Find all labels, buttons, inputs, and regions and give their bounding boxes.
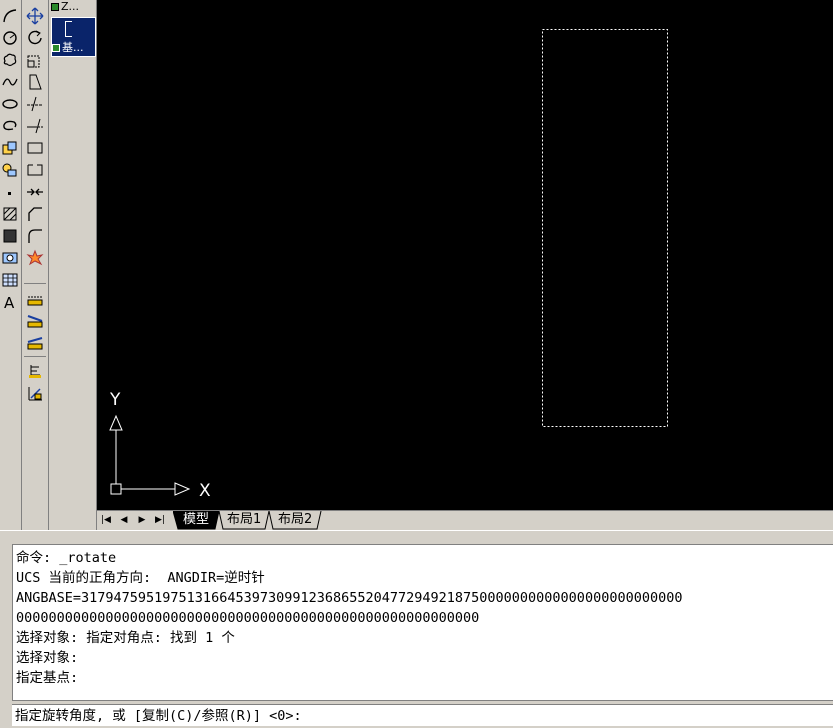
dimension-aligned-icon[interactable] bbox=[25, 311, 45, 331]
palette-item-z[interactable]: Z... bbox=[51, 0, 94, 14]
extend-tool-icon[interactable] bbox=[25, 116, 45, 136]
make-block-icon[interactable] bbox=[0, 160, 20, 180]
command-history: 命令: _rotate UCS 当前的正角方向: ANGDIR=逆时针 ANGBAS… bbox=[12, 544, 833, 701]
prev-tab-button[interactable]: ◀ bbox=[117, 514, 131, 527]
svg-text:A: A bbox=[4, 294, 15, 311]
dimension-arc-icon[interactable] bbox=[25, 333, 45, 353]
chamfer-tool-icon[interactable] bbox=[25, 204, 45, 224]
table-tool-icon[interactable] bbox=[0, 270, 20, 290]
stretch-tool-icon[interactable] bbox=[25, 72, 45, 92]
trim-tool-icon[interactable] bbox=[25, 94, 45, 114]
circle-tool-icon[interactable] bbox=[0, 28, 20, 48]
last-tab-button[interactable]: ▶| bbox=[153, 514, 167, 527]
tool-palette: Z... 基... bbox=[49, 0, 97, 530]
break-at-point-icon[interactable] bbox=[25, 160, 45, 180]
command-input[interactable]: 指定旋转角度, 或 [复制(C)/参照(R)] <0>: bbox=[12, 704, 833, 726]
hatch-tool-icon[interactable] bbox=[0, 204, 20, 224]
point-tool-icon[interactable] bbox=[0, 182, 20, 202]
canvas-drawing: Y X bbox=[109, 29, 668, 501]
history-line: 选择对象: 指定对角点: 找到 1 个 bbox=[16, 630, 235, 646]
ucs-icon bbox=[109, 414, 191, 496]
draw-toolbar: A bbox=[0, 0, 22, 530]
scale-tool-icon[interactable] bbox=[25, 50, 45, 70]
gradient-tool-icon[interactable] bbox=[0, 226, 20, 246]
dimension-ordinate-icon[interactable] bbox=[25, 361, 45, 381]
ellipse-tool-icon[interactable] bbox=[0, 94, 20, 114]
dimension-linear-icon[interactable] bbox=[25, 289, 45, 309]
next-tab-button[interactable]: ▶ bbox=[135, 514, 149, 527]
first-tab-button[interactable]: |◀ bbox=[99, 514, 113, 527]
tab-model[interactable]: 模型 bbox=[179, 511, 213, 529]
break-tool-icon[interactable] bbox=[25, 138, 45, 158]
modify-toolbar bbox=[22, 0, 49, 530]
history-line: 指定基点: bbox=[16, 670, 79, 686]
history-line: UCS 当前的正角方向: ANGDIR=逆时针 bbox=[16, 570, 265, 586]
region-tool-icon[interactable] bbox=[0, 248, 20, 268]
palette-item-selected[interactable]: 基... bbox=[51, 17, 96, 57]
move-tool-icon[interactable] bbox=[25, 6, 45, 26]
dimension-radius-icon[interactable] bbox=[25, 383, 45, 403]
arc-tool-icon[interactable] bbox=[0, 6, 20, 26]
spline-tool-icon[interactable] bbox=[0, 72, 20, 92]
command-window-grip[interactable] bbox=[0, 530, 833, 545]
ucs-x-label: X bbox=[199, 481, 211, 501]
explode-tool-icon[interactable] bbox=[25, 248, 45, 268]
history-line: 命令: _rotate bbox=[16, 550, 117, 566]
layout-tab-bar: |◀ ◀ ▶ ▶| 模型 布局1 布局2 bbox=[97, 510, 833, 530]
toolbar-separator bbox=[24, 283, 46, 284]
tab-layout1[interactable]: 布局1 bbox=[223, 511, 265, 529]
rotate-tool-icon[interactable] bbox=[25, 28, 45, 48]
ucs-y-label: Y bbox=[109, 390, 121, 410]
tab-layout2[interactable]: 布局2 bbox=[274, 511, 316, 529]
fillet-tool-icon[interactable] bbox=[25, 226, 45, 246]
join-tool-icon[interactable] bbox=[25, 182, 45, 202]
layer-icon bbox=[51, 3, 59, 11]
mtext-tool-icon[interactable]: A bbox=[0, 292, 20, 312]
insert-block-icon[interactable] bbox=[0, 138, 20, 158]
history-line: 0000000000000000000000000000000000000000… bbox=[16, 610, 480, 626]
layer-icon bbox=[52, 44, 60, 52]
revision-cloud-icon[interactable] bbox=[0, 50, 20, 70]
toolbar-separator bbox=[24, 356, 46, 357]
ellipse-arc-tool-icon[interactable] bbox=[0, 116, 20, 136]
history-line: ANGBASE=31794759519751316645397309912368… bbox=[16, 590, 683, 606]
history-line: 选择对象: bbox=[16, 650, 79, 666]
bracket-icon bbox=[65, 21, 72, 37]
selected-rectangle[interactable] bbox=[542, 29, 668, 427]
model-space-canvas[interactable]: Y X bbox=[97, 0, 833, 510]
